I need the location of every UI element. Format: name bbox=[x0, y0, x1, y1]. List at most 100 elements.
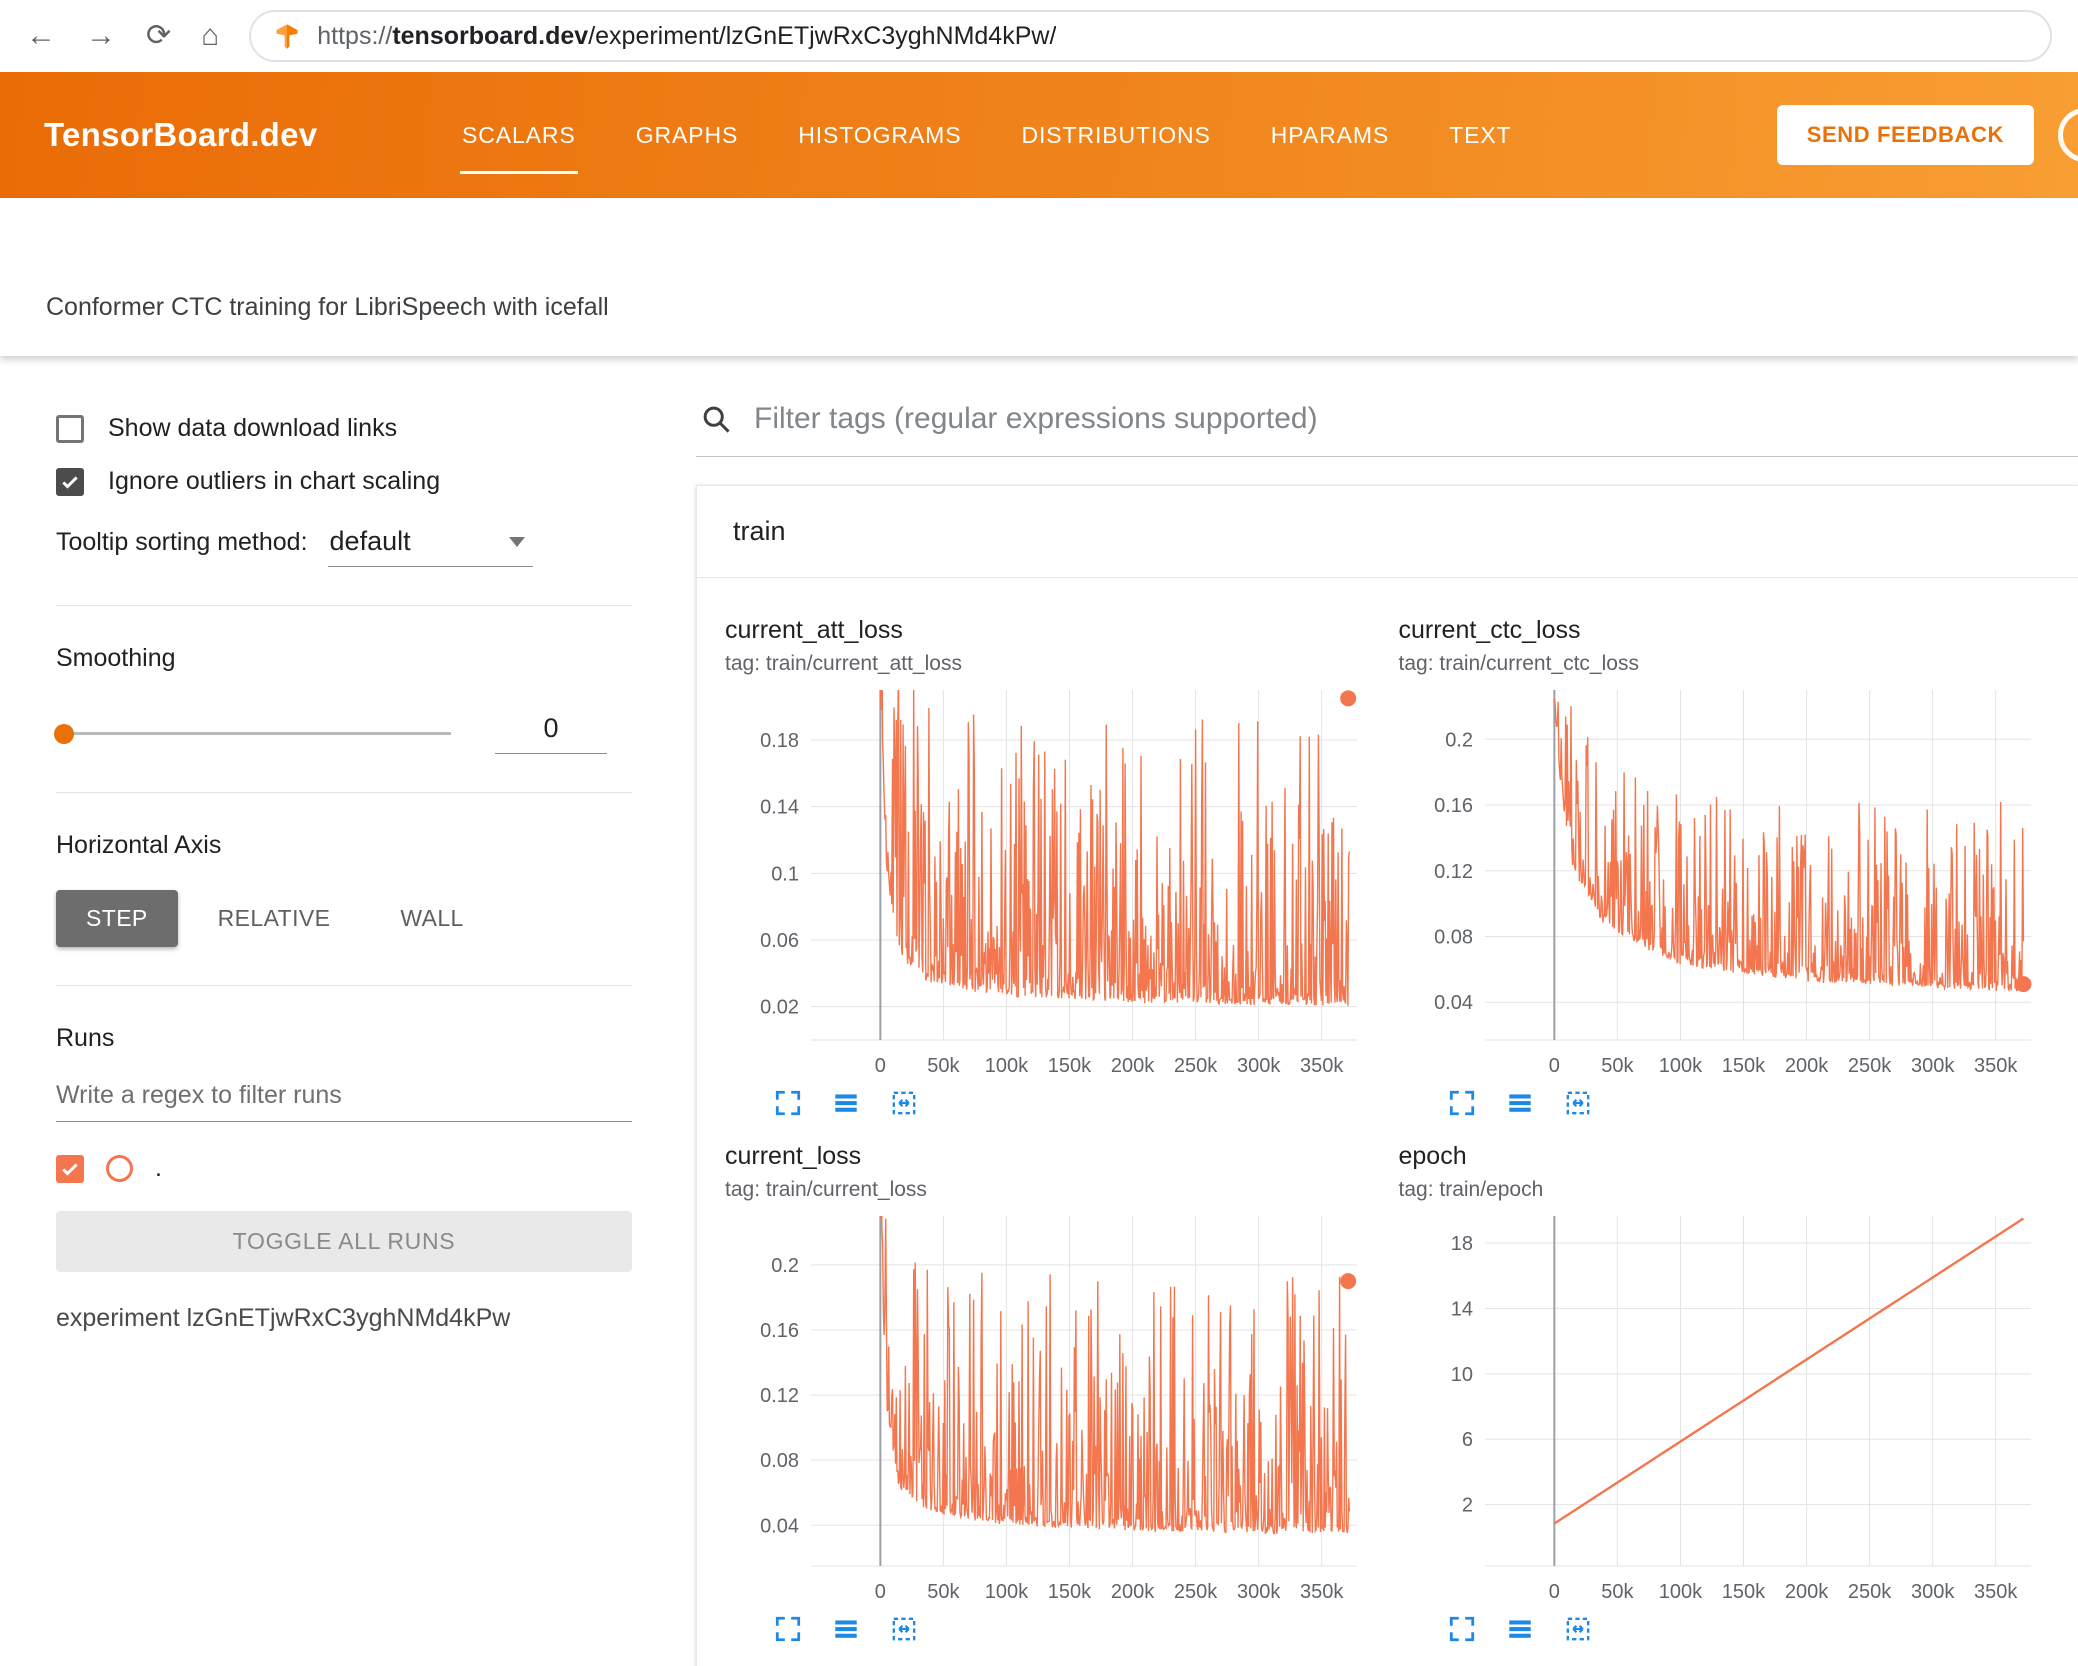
svg-text:0: 0 bbox=[875, 1581, 886, 1603]
svg-text:2: 2 bbox=[1461, 1495, 1472, 1517]
svg-text:0: 0 bbox=[875, 1055, 886, 1077]
svg-text:14: 14 bbox=[1450, 1298, 1472, 1320]
chart-plot[interactable]: 0 50k 100k 150k 200k 250k 300k 350k 0.2 0.16 0.12 0… bbox=[725, 1206, 1373, 1610]
toggle-y-axis-icon[interactable] bbox=[1505, 1088, 1535, 1118]
runs-label: Runs bbox=[56, 1024, 115, 1052]
tooltip-sorting-select[interactable]: default bbox=[327, 526, 533, 567]
svg-text:150k: 150k bbox=[1721, 1581, 1765, 1603]
svg-text:100k: 100k bbox=[1658, 1055, 1702, 1077]
tab-hparams[interactable]: HPARAMS bbox=[1241, 72, 1419, 198]
svg-text:0.04: 0.04 bbox=[1434, 992, 1473, 1014]
svg-text:200k: 200k bbox=[1111, 1055, 1155, 1077]
svg-text:250k: 250k bbox=[1174, 1055, 1218, 1077]
svg-text:200k: 200k bbox=[1111, 1581, 1155, 1603]
smoothing-label: Smoothing bbox=[56, 644, 176, 672]
svg-text:100k: 100k bbox=[1658, 1581, 1702, 1603]
check-icon bbox=[62, 475, 78, 489]
forward-icon[interactable]: → bbox=[86, 21, 116, 51]
fit-domain-icon[interactable] bbox=[889, 1088, 919, 1118]
chart-title: current_att_loss bbox=[725, 616, 903, 644]
tab-scalars[interactable]: SCALARS bbox=[432, 72, 606, 198]
svg-text:250k: 250k bbox=[1174, 1581, 1218, 1603]
show-download-links-checkbox[interactable] bbox=[56, 414, 84, 443]
reload-icon[interactable]: ⟳ bbox=[146, 21, 171, 51]
axis-wall-button[interactable]: WALL bbox=[370, 890, 493, 947]
tab-text[interactable]: TEXT bbox=[1419, 72, 1541, 198]
run-checkbox[interactable] bbox=[56, 1154, 84, 1183]
toggle-y-axis-icon[interactable] bbox=[831, 1088, 861, 1118]
expand-chart-icon[interactable] bbox=[773, 1088, 803, 1118]
axis-relative-button[interactable]: RELATIVE bbox=[188, 890, 361, 947]
svg-text:6: 6 bbox=[1461, 1429, 1472, 1451]
toggle-y-axis-icon[interactable] bbox=[1505, 1614, 1535, 1644]
back-icon[interactable]: ← bbox=[26, 21, 56, 51]
svg-text:250k: 250k bbox=[1847, 1055, 1891, 1077]
fit-domain-icon[interactable] bbox=[1563, 1614, 1593, 1644]
ignore-outliers-checkbox[interactable] bbox=[56, 467, 84, 496]
smoothing-value-input[interactable]: 0 bbox=[495, 713, 607, 754]
horizontal-axis-label: Horizontal Axis bbox=[56, 831, 222, 859]
svg-text:100k: 100k bbox=[985, 1055, 1029, 1077]
svg-text:50k: 50k bbox=[1601, 1581, 1634, 1603]
url-path: /experiment/lzGnETjwRxC3yghNMd4kPw/ bbox=[588, 21, 1057, 50]
smoothing-slider[interactable] bbox=[54, 723, 451, 744]
svg-text:150k: 150k bbox=[1048, 1581, 1092, 1603]
chart-toolbar bbox=[725, 1088, 1399, 1118]
chart-title: current_loss bbox=[725, 1142, 862, 1170]
svg-text:0.14: 0.14 bbox=[760, 797, 799, 819]
run-color-icon bbox=[106, 1155, 133, 1182]
smoothing-slider-knob[interactable] bbox=[54, 723, 74, 744]
chart-plot[interactable]: 0 50k 100k 150k 200k 250k 300k 350k 18 14 10 6 2 bbox=[1399, 1206, 2047, 1610]
charts-grid: current_att_loss tag: train/current_att_… bbox=[697, 578, 2078, 1644]
svg-text:0.16: 0.16 bbox=[760, 1320, 799, 1342]
run-name: . bbox=[155, 1154, 162, 1182]
chart-plot[interactable]: 0 50k 100k 150k 200k 250k 300k 350k 0.2 0.16 0.12 0… bbox=[1399, 680, 2047, 1084]
chart-plot[interactable]: 0 50k 100k 150k 200k 250k 300k 350k 0.02 0.06 0.1 0… bbox=[725, 680, 1373, 1084]
main-content: Filter tags (regular expressions support… bbox=[660, 356, 2078, 1666]
svg-text:200k: 200k bbox=[1784, 1581, 1828, 1603]
filter-tags-input[interactable]: Filter tags (regular expressions support… bbox=[754, 402, 1318, 436]
browser-toolbar: ← → ⟳ ⌂ https://tensorboard.dev/experime… bbox=[0, 0, 2078, 72]
divider bbox=[56, 605, 632, 606]
tab-graphs[interactable]: GRAPHS bbox=[606, 72, 769, 198]
axis-step-button[interactable]: STEP bbox=[56, 890, 178, 947]
svg-text:300k: 300k bbox=[1237, 1055, 1281, 1077]
svg-text:0.02: 0.02 bbox=[760, 997, 799, 1019]
toggle-all-runs-button[interactable]: TOGGLE ALL RUNS bbox=[56, 1211, 632, 1272]
runs-filter-input[interactable]: Write a regex to filter runs bbox=[56, 1081, 632, 1122]
tooltip-sorting-value: default bbox=[329, 526, 411, 556]
chart-card: epoch tag: train/epoch 0 50k 100k 150k 200k 2… bbox=[1399, 1142, 2073, 1644]
svg-text:0.06: 0.06 bbox=[760, 930, 799, 952]
tab-histograms[interactable]: HISTOGRAMS bbox=[768, 72, 991, 198]
toggle-y-axis-icon[interactable] bbox=[831, 1614, 861, 1644]
tag-group-card: train current_att_loss tag: train/curren… bbox=[696, 485, 2078, 1666]
expand-chart-icon[interactable] bbox=[773, 1614, 803, 1644]
fit-domain-icon[interactable] bbox=[889, 1614, 919, 1644]
address-bar[interactable]: https://tensorboard.dev/experiment/lzGnE… bbox=[249, 10, 2052, 62]
account-avatar[interactable] bbox=[2058, 108, 2078, 162]
svg-text:18: 18 bbox=[1450, 1233, 1472, 1255]
tag-group-title[interactable]: train bbox=[697, 486, 2078, 578]
svg-text:0.08: 0.08 bbox=[760, 1450, 799, 1472]
send-feedback-button[interactable]: SEND FEEDBACK bbox=[1776, 105, 2034, 165]
svg-text:350k: 350k bbox=[1300, 1055, 1344, 1077]
expand-chart-icon[interactable] bbox=[1447, 1088, 1477, 1118]
chart-title: current_ctc_loss bbox=[1398, 616, 1581, 644]
chart-toolbar bbox=[725, 1614, 1399, 1644]
svg-text:50k: 50k bbox=[927, 1581, 960, 1603]
svg-text:300k: 300k bbox=[1910, 1055, 1954, 1077]
settings-sidebar: Show data download links Ignore outliers… bbox=[0, 356, 660, 1666]
tab-distributions[interactable]: DISTRIBUTIONS bbox=[991, 72, 1240, 198]
home-icon[interactable]: ⌂ bbox=[201, 21, 219, 51]
chart-toolbar bbox=[1399, 1614, 2073, 1644]
expand-chart-icon[interactable] bbox=[1447, 1614, 1477, 1644]
search-icon bbox=[700, 403, 732, 435]
svg-text:0.2: 0.2 bbox=[1445, 729, 1473, 751]
fit-domain-icon[interactable] bbox=[1563, 1088, 1593, 1118]
svg-text:0.12: 0.12 bbox=[760, 1385, 799, 1407]
url-text: https://tensorboard.dev/experiment/lzGnE… bbox=[317, 22, 1056, 51]
app-header: TensorBoard.dev SCALARS GRAPHS HISTOGRAM… bbox=[0, 72, 2078, 198]
svg-text:0.1: 0.1 bbox=[771, 863, 799, 885]
svg-text:300k: 300k bbox=[1910, 1581, 1954, 1603]
svg-text:0.18: 0.18 bbox=[760, 730, 799, 752]
